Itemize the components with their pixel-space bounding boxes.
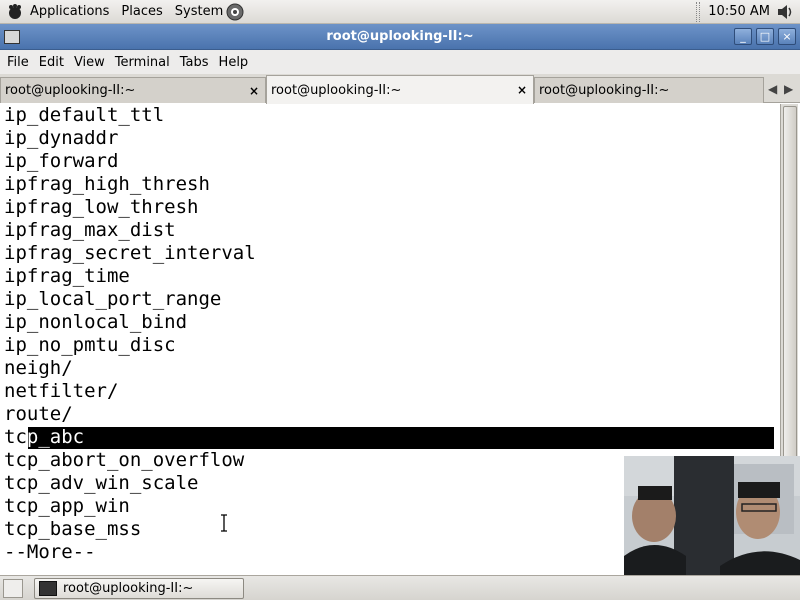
applications-menu[interactable]: Applications [0, 0, 115, 24]
system-label: System [174, 4, 224, 19]
clock[interactable]: 10:50 AM [708, 4, 770, 19]
terminal-line: ip_local_port_range [4, 288, 222, 310]
terminal-line: tcp_app_win [4, 495, 130, 517]
highlight-prefix: tc [4, 426, 27, 448]
tab-1[interactable]: root@uplooking-II:~ × [0, 77, 266, 103]
close-window-button[interactable]: × [778, 28, 796, 45]
terminal-line: tcp_adv_win_scale [4, 472, 199, 494]
bottom-taskbar: root@uplooking-II:~ [0, 575, 800, 600]
terminal-line: ipfrag_time [4, 265, 130, 287]
places-menu[interactable]: Places [115, 0, 168, 24]
tab-1-label: root@uplooking-II:~ [5, 83, 136, 98]
tab-2-label: root@uplooking-II:~ [271, 82, 402, 98]
tab-bar: root@uplooking-II:~ × root@uplooking-II:… [0, 74, 800, 104]
terminal-line: netfilter/ [4, 380, 119, 402]
terminal-window-icon [4, 29, 20, 44]
maximize-button[interactable]: □ [756, 28, 774, 45]
menu-view[interactable]: View [69, 55, 110, 70]
terminal-line: ipfrag_high_thresh [4, 173, 210, 195]
network-icon[interactable] [225, 2, 245, 22]
terminal-line: ip_no_pmtu_disc [4, 334, 176, 356]
tab-scroll-left-icon[interactable]: ◀ [768, 82, 777, 96]
tab-3-label: root@uplooking-II:~ [539, 83, 670, 98]
minimize-button[interactable]: _ [734, 28, 752, 45]
terminal-task-icon [39, 581, 57, 596]
taskbar-window-label: root@uplooking-II:~ [63, 581, 194, 596]
system-menu[interactable]: System [169, 0, 251, 24]
menu-tabs[interactable]: Tabs [175, 55, 214, 70]
tab-2-active[interactable]: root@uplooking-II:~ × [266, 75, 534, 104]
terminal-line: ip_default_ttl [4, 104, 165, 126]
taskbar-window-button[interactable]: root@uplooking-II:~ [34, 578, 244, 599]
window-titlebar[interactable]: root@uplooking-II:~ _ □ × [0, 24, 800, 50]
terminal-line: ip_dynaddr [4, 127, 119, 149]
places-label: Places [121, 4, 163, 19]
menu-terminal[interactable]: Terminal [110, 55, 175, 70]
top-panel: Applications Places System 10:50 AM [0, 0, 800, 24]
terminal-line: ip_nonlocal_bind [4, 311, 188, 333]
terminal-line: route/ [4, 403, 73, 425]
selection-highlight [28, 427, 774, 449]
tab-scroll-right-icon[interactable]: ▶ [784, 82, 793, 96]
menu-bar: File Edit View Terminal Tabs Help [0, 50, 800, 74]
menu-help[interactable]: Help [214, 55, 254, 70]
menu-edit[interactable]: Edit [34, 55, 69, 70]
show-desktop-button[interactable] [3, 579, 23, 598]
terminal-line: ip_forward [4, 150, 119, 172]
window-title: root@uplooking-II:~ [326, 29, 474, 44]
gnome-foot-icon [9, 3, 21, 19]
terminal-line: tcp_abort_on_overflow [4, 449, 245, 471]
menu-file[interactable]: File [2, 55, 34, 70]
applications-label: Applications [30, 4, 110, 19]
terminal-line: neigh/ [4, 357, 73, 379]
highlight-selected-text: p_abc [26, 426, 85, 448]
terminal-line-highlighted: tcp_abc [4, 426, 84, 449]
terminal-line: ipfrag_secret_interval [4, 242, 256, 264]
terminal-line: tcp_base_mss [4, 518, 142, 540]
ibeam-cursor-icon [221, 514, 227, 532]
tab-3[interactable]: root@uplooking-II:~ [534, 77, 764, 103]
terminal-line: ipfrag_low_thresh [4, 196, 199, 218]
tab-2-close-icon[interactable]: × [517, 83, 527, 97]
more-prompt: --More-- [4, 541, 96, 563]
terminal-line: ipfrag_max_dist [4, 219, 176, 241]
volume-icon[interactable] [776, 3, 796, 21]
panel-separator [696, 1, 701, 22]
tab-1-close-icon[interactable]: × [249, 84, 259, 98]
